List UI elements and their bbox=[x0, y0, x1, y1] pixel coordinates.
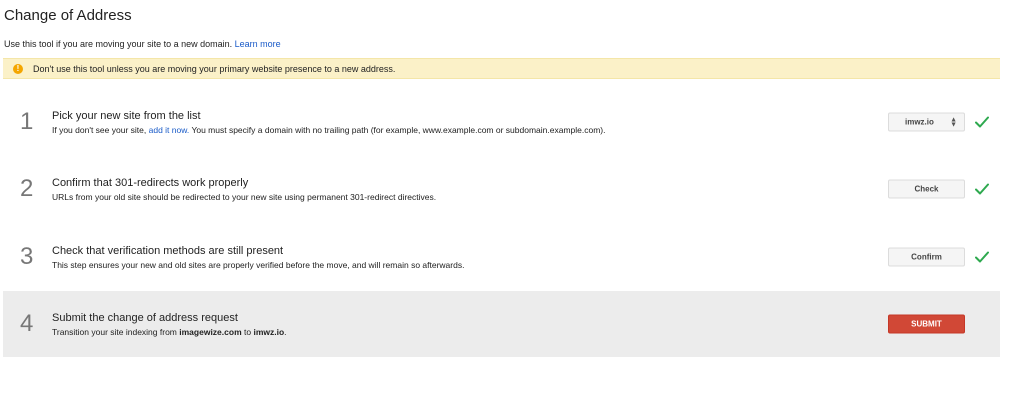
warning-icon: ! bbox=[13, 63, 23, 74]
step-description-end: . bbox=[284, 327, 287, 337]
step-title: Pick your new site from the list bbox=[52, 110, 201, 122]
step-description-text: If you don't see your site, bbox=[52, 125, 147, 135]
step-4: 4 Submit the change of address request T… bbox=[3, 291, 1000, 357]
step-description: This step ensures your new and old sites… bbox=[52, 260, 465, 270]
old-site-name: imagewize.com bbox=[179, 327, 242, 337]
step-description: If you don't see your site, add it now. … bbox=[52, 125, 605, 135]
step-description: Transition your site indexing from image… bbox=[52, 327, 287, 337]
warning-banner: ! Don't use this tool unless you are mov… bbox=[3, 58, 1000, 79]
intro-description: Use this tool if you are moving your sit… bbox=[4, 39, 233, 49]
step-2: 2 Confirm that 301-redirects work proper… bbox=[3, 156, 1000, 222]
step-description: URLs from your old site should be redire… bbox=[52, 192, 437, 202]
submit-button[interactable]: SUBMIT bbox=[888, 314, 965, 334]
add-site-link[interactable]: add it now. bbox=[149, 125, 190, 135]
step-title: Submit the change of address request bbox=[52, 312, 238, 324]
checkmark-icon bbox=[975, 251, 989, 263]
step-number: 4 bbox=[20, 310, 34, 337]
page-title: Change of Address bbox=[4, 7, 132, 24]
step-1: 1 Pick your new site from the list If yo… bbox=[3, 89, 1000, 155]
step-number: 1 bbox=[20, 108, 34, 135]
new-site-name: imwz.io bbox=[253, 327, 285, 337]
intro-text: Use this tool if you are moving your sit… bbox=[4, 39, 281, 49]
step-title: Confirm that 301-redirects work properly bbox=[52, 177, 249, 189]
step-description-text: to bbox=[244, 327, 252, 337]
step-description-text: You must specify a domain with no traili… bbox=[191, 125, 606, 135]
confirm-button[interactable]: Confirm bbox=[888, 247, 965, 267]
step-3: 3 Check that verification methods are st… bbox=[3, 224, 1000, 290]
learn-more-link[interactable]: Learn more bbox=[235, 39, 281, 49]
check-button[interactable]: Check bbox=[888, 179, 965, 199]
step-description-text: Transition your site indexing from bbox=[52, 327, 177, 337]
checkmark-icon bbox=[975, 183, 989, 195]
site-select[interactable]: imwz.io ▲ ▼ bbox=[888, 112, 965, 132]
checkmark-icon bbox=[975, 116, 989, 128]
warning-text: Don't use this tool unless you are movin… bbox=[33, 63, 396, 74]
site-select-value: imwz.io bbox=[905, 117, 934, 127]
step-title: Check that verification methods are stil… bbox=[52, 245, 284, 257]
step-number: 3 bbox=[20, 243, 34, 270]
select-arrows-icon: ▲ ▼ bbox=[950, 116, 957, 128]
step-number: 2 bbox=[20, 175, 34, 202]
